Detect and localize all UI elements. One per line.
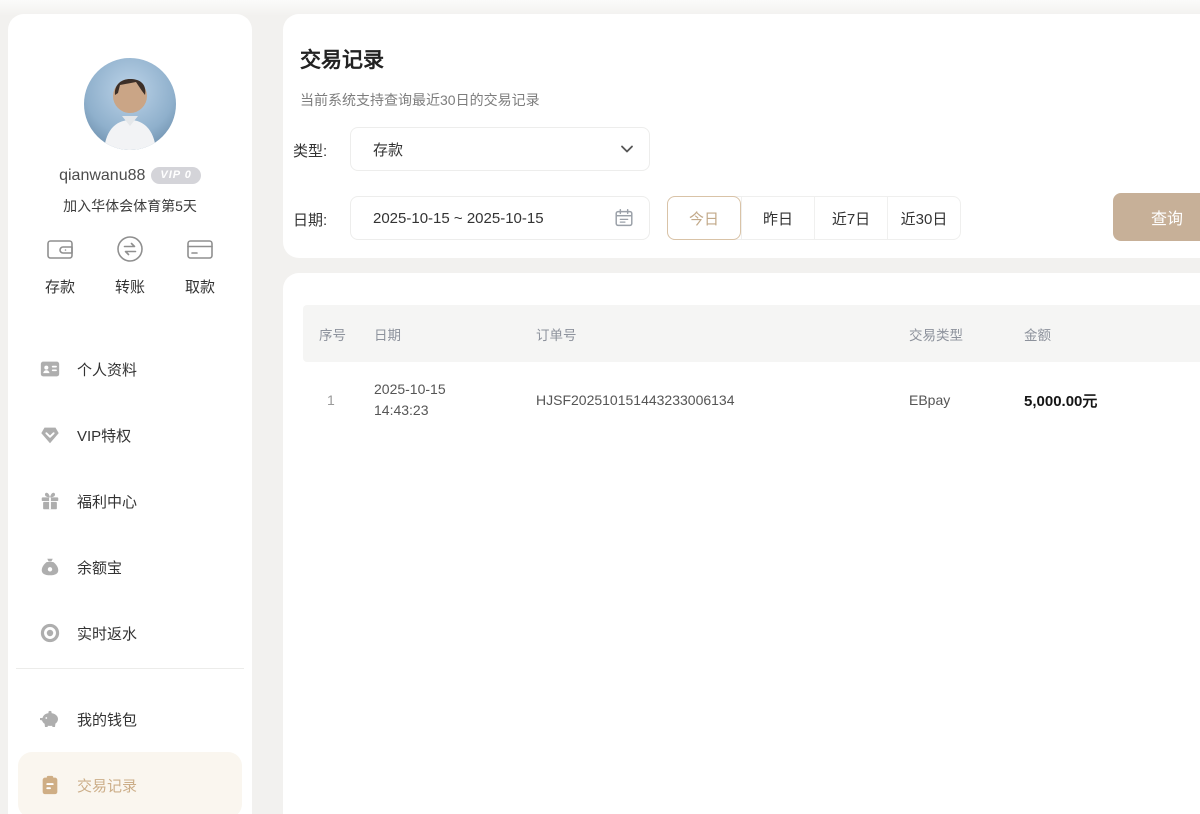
date-range-value: 2025-10-15 ~ 2025-10-15 xyxy=(373,210,544,227)
quick-actions: 存款 转账 xyxy=(8,232,252,297)
table-header-row: 序号 日期 订单号 交易类型 金额 xyxy=(303,305,1200,362)
quick-action-deposit[interactable]: 存款 xyxy=(32,232,88,297)
sidebar-item-label: 福利中心 xyxy=(77,491,137,512)
sidebar-menu: 个人资料 VIP特权 福利中心 余额宝 xyxy=(18,336,242,666)
type-select-value: 存款 xyxy=(373,139,403,160)
range-label: 昨日 xyxy=(763,208,793,229)
cell-type: EBpay xyxy=(893,392,1008,408)
piggy-bank-icon xyxy=(38,707,62,731)
sidebar-item-label: 交易记录 xyxy=(77,775,137,796)
account-page: qianwanu88 VIP 0 加入华体会体育第5天 存款 xyxy=(0,0,1200,814)
sidebar-divider xyxy=(16,668,244,669)
col-header-index: 序号 xyxy=(303,324,358,344)
sidebar-item-label: 余额宝 xyxy=(77,557,122,578)
user-row: qianwanu88 VIP 0 xyxy=(8,167,252,185)
sidebar-item-label: 实时返水 xyxy=(77,623,137,644)
quick-action-label: 存款 xyxy=(45,276,75,297)
col-header-order-no: 订单号 xyxy=(520,324,893,344)
quick-range-group: 今日 昨日 近7日 近30日 xyxy=(667,196,961,240)
clipboard-icon xyxy=(38,773,62,797)
sidebar-item-label: 我的钱包 xyxy=(77,709,137,730)
withdraw-card-icon xyxy=(183,232,217,266)
money-bag-icon xyxy=(38,555,62,579)
calendar-icon xyxy=(613,207,635,229)
join-days-text: 加入华体会体育第5天 xyxy=(8,196,252,216)
cell-order-no: HJSF202510151443233006134 xyxy=(520,392,893,408)
username: qianwanu88 xyxy=(59,167,145,184)
cell-date-day: 2025-10-15 xyxy=(374,379,520,400)
type-filter-label: 类型: xyxy=(293,140,327,161)
chevron-down-icon xyxy=(619,141,635,157)
range-30days-button[interactable]: 近30日 xyxy=(887,197,960,239)
range-label: 今日 xyxy=(689,208,719,229)
quick-action-label: 取款 xyxy=(185,276,215,297)
cell-amount: 5,000.00元 xyxy=(1008,390,1200,411)
sidebar-item-wallet[interactable]: 我的钱包 xyxy=(18,686,242,752)
quick-action-withdraw[interactable]: 取款 xyxy=(172,232,228,297)
range-label: 近7日 xyxy=(832,208,870,229)
transactions-table: 序号 日期 订单号 交易类型 金额 1 2025-10-15 14:43:23 … xyxy=(303,305,1200,438)
col-header-date: 日期 xyxy=(358,324,520,344)
quick-action-transfer[interactable]: 转账 xyxy=(102,232,158,297)
page-subtitle: 当前系统支持查询最近30日的交易记录 xyxy=(300,90,540,110)
sidebar: qianwanu88 VIP 0 加入华体会体育第5天 存款 xyxy=(8,14,252,814)
coin-icon xyxy=(38,621,62,645)
sidebar-item-profile[interactable]: 个人资料 xyxy=(18,336,242,402)
sidebar-menu-bottom: 我的钱包 交易记录 xyxy=(18,686,242,814)
range-7days-button[interactable]: 近7日 xyxy=(814,197,887,239)
date-range-input[interactable]: 2025-10-15 ~ 2025-10-15 xyxy=(350,196,650,240)
cell-date-time: 14:43:23 xyxy=(374,400,520,421)
vip-gem-icon xyxy=(38,423,62,447)
range-yesterday-button[interactable]: 昨日 xyxy=(741,197,814,239)
vip-badge: VIP 0 xyxy=(151,167,201,184)
range-today-button[interactable]: 今日 xyxy=(667,196,741,240)
sidebar-item-transactions[interactable]: 交易记录 xyxy=(18,752,242,814)
cell-date: 2025-10-15 14:43:23 xyxy=(358,379,520,421)
col-header-amount: 金额 xyxy=(1008,324,1200,344)
col-header-type: 交易类型 xyxy=(893,324,1008,344)
table-row: 1 2025-10-15 14:43:23 HJSF20251015144323… xyxy=(303,362,1200,438)
sidebar-item-rebate[interactable]: 实时返水 xyxy=(18,600,242,666)
page-title: 交易记录 xyxy=(300,44,384,74)
transfer-icon xyxy=(113,232,147,266)
wallet-icon xyxy=(43,232,77,266)
sidebar-item-label: VIP特权 xyxy=(77,425,131,446)
search-button[interactable]: 查询 xyxy=(1113,193,1200,241)
cell-index: 1 xyxy=(303,392,358,408)
gift-icon xyxy=(38,489,62,513)
quick-action-label: 转账 xyxy=(115,276,145,297)
avatar xyxy=(84,58,176,150)
date-filter-label: 日期: xyxy=(293,209,327,230)
type-select[interactable]: 存款 xyxy=(350,127,650,171)
sidebar-item-label: 个人资料 xyxy=(77,359,137,380)
range-label: 近30日 xyxy=(901,208,948,229)
id-card-icon xyxy=(38,357,62,381)
transactions-panel: 序号 日期 订单号 交易类型 金额 1 2025-10-15 14:43:23 … xyxy=(283,273,1200,814)
sidebar-item-yuebao[interactable]: 余额宝 xyxy=(18,534,242,600)
sidebar-item-vip[interactable]: VIP特权 xyxy=(18,402,242,468)
filter-panel: 交易记录 当前系统支持查询最近30日的交易记录 类型: 存款 日期: 2025-… xyxy=(283,14,1200,258)
sidebar-item-welfare[interactable]: 福利中心 xyxy=(18,468,242,534)
